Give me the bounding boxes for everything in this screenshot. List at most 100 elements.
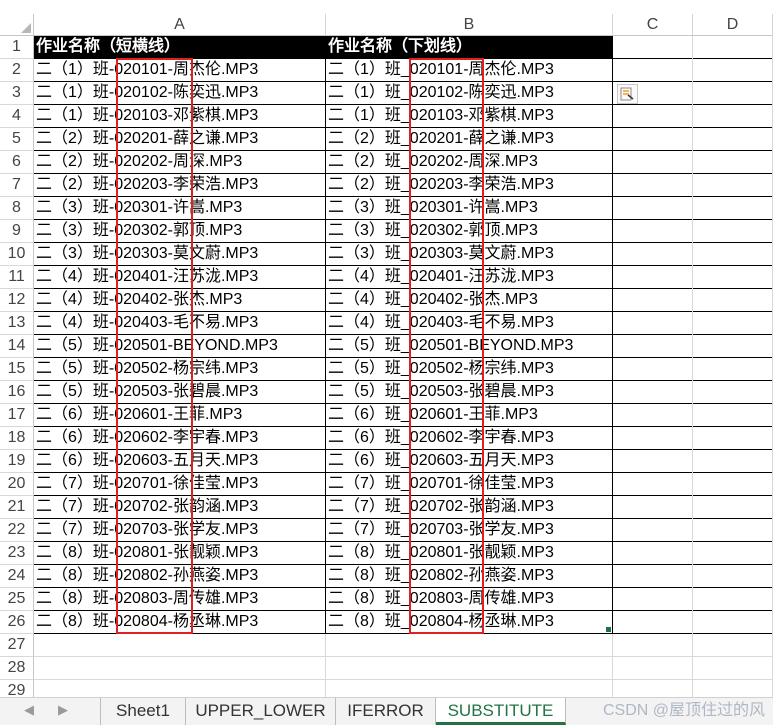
paste-options-icon[interactable] [617, 84, 638, 104]
cell-b[interactable]: 二（2）班_020202-周深.MP3 [326, 151, 613, 174]
cell-d[interactable] [693, 404, 773, 427]
cell-c[interactable] [613, 611, 693, 634]
row-header[interactable]: 27 [0, 634, 34, 657]
cell-d[interactable] [693, 82, 773, 105]
cell-d[interactable] [693, 450, 773, 473]
cell-a[interactable]: 二（1）班-020101-周杰伦.MP3 [34, 59, 326, 82]
cell-d[interactable] [693, 266, 773, 289]
cell-c[interactable] [613, 266, 693, 289]
cell-a[interactable]: 二（4）班-020402-张杰.MP3 [34, 289, 326, 312]
header-cell-a[interactable]: 作业名称（短横线） [34, 36, 326, 59]
cell-a[interactable]: 二（1）班-020103-邓紫棋.MP3 [34, 105, 326, 128]
cell-d[interactable] [693, 496, 773, 519]
column-header-d[interactable]: D [693, 14, 773, 36]
cell-c[interactable] [613, 565, 693, 588]
cell-c[interactable] [613, 496, 693, 519]
row-header[interactable]: 13 [0, 312, 34, 335]
cell-d[interactable] [693, 220, 773, 243]
cell-c[interactable] [613, 381, 693, 404]
cell-c[interactable] [613, 105, 693, 128]
row-header[interactable]: 14 [0, 335, 34, 358]
cell-b[interactable]: 二（3）班_020303-莫文蔚.MP3 [326, 243, 613, 266]
triangle-left-icon[interactable]: ◀ [24, 702, 34, 718]
cell-a[interactable]: 二（3）班-020302-郭顶.MP3 [34, 220, 326, 243]
cell-d[interactable] [693, 565, 773, 588]
cell-d[interactable] [693, 243, 773, 266]
cell-c[interactable] [613, 289, 693, 312]
row-header[interactable]: 2 [0, 59, 34, 82]
cell-d[interactable] [693, 657, 773, 680]
cell-a[interactable]: 二（3）班-020303-莫文蔚.MP3 [34, 243, 326, 266]
cell-d[interactable] [693, 335, 773, 358]
cell-a[interactable]: 二（5）班-020503-张碧晨.MP3 [34, 381, 326, 404]
row-header[interactable]: 21 [0, 496, 34, 519]
row-header[interactable]: 8 [0, 197, 34, 220]
row-header[interactable]: 10 [0, 243, 34, 266]
row-header[interactable]: 19 [0, 450, 34, 473]
cell-d[interactable] [693, 519, 773, 542]
cell-b[interactable]: 二（7）班_020702-张韵涵.MP3 [326, 496, 613, 519]
cell-a[interactable]: 二（4）班-020401-汪苏泷.MP3 [34, 266, 326, 289]
cell-b[interactable]: 二（5）班_020501-BEYOND.MP3 [326, 335, 613, 358]
cell-c[interactable] [613, 358, 693, 381]
cell-b[interactable]: 二（8）班_020803-周传雄.MP3 [326, 588, 613, 611]
cell-b[interactable]: 二（1）班_020101-周杰伦.MP3 [326, 59, 613, 82]
cell-d[interactable] [693, 381, 773, 404]
cell-b[interactable]: 二（5）班_020503-张碧晨.MP3 [326, 381, 613, 404]
cell-b[interactable]: 二（5）班_020502-杨宗纬.MP3 [326, 358, 613, 381]
cell-d[interactable] [693, 634, 773, 657]
cell-c[interactable] [613, 680, 693, 697]
cell-b[interactable]: 二（4）班_020401-汪苏泷.MP3 [326, 266, 613, 289]
row-header[interactable]: 25 [0, 588, 34, 611]
cell-a[interactable]: 二（8）班-020802-孙燕姿.MP3 [34, 565, 326, 588]
row-header[interactable]: 23 [0, 542, 34, 565]
cell-d[interactable] [693, 358, 773, 381]
cell-c[interactable] [613, 128, 693, 151]
row-header[interactable]: 26 [0, 611, 34, 634]
cell-b[interactable]: 二（4）班_020403-毛不易.MP3 [326, 312, 613, 335]
cell-b[interactable]: 二（8）班_020802-孙燕姿.MP3 [326, 565, 613, 588]
cell-d[interactable] [693, 542, 773, 565]
cell-b[interactable]: 二（7）班_020701-徐佳莹.MP3 [326, 473, 613, 496]
cell-b[interactable]: 二（3）班_020301-许嵩.MP3 [326, 197, 613, 220]
cell-d[interactable] [693, 611, 773, 634]
row-header[interactable]: 17 [0, 404, 34, 427]
cell-c[interactable] [613, 404, 693, 427]
row-header[interactable]: 28 [0, 657, 34, 680]
cell-c[interactable] [613, 427, 693, 450]
fill-handle[interactable] [606, 627, 611, 632]
row-header[interactable]: 29 [0, 680, 34, 697]
row-header[interactable]: 5 [0, 128, 34, 151]
cell-a[interactable]: 二（1）班-020102-陈奕迅.MP3 [34, 82, 326, 105]
cell-d[interactable] [693, 312, 773, 335]
cell-d[interactable] [693, 289, 773, 312]
cell-c[interactable] [613, 174, 693, 197]
tab-substitute[interactable]: SUBSTITUTE [436, 698, 566, 725]
cell-b[interactable]: 二（3）班_020302-郭顶.MP3 [326, 220, 613, 243]
cell-c[interactable] [613, 197, 693, 220]
row-header[interactable]: 15 [0, 358, 34, 381]
cell-a[interactable]: 二（2）班-020202-周深.MP3 [34, 151, 326, 174]
cell-b[interactable]: 二（1）班_020103-邓紫棋.MP3 [326, 105, 613, 128]
cell-c[interactable] [613, 542, 693, 565]
select-all-corner[interactable] [0, 14, 34, 36]
cell-c[interactable] [613, 220, 693, 243]
cell-c[interactable] [613, 59, 693, 82]
cell-d[interactable] [693, 174, 773, 197]
cell-a[interactable]: 二（2）班-020203-李荣浩.MP3 [34, 174, 326, 197]
cell-a[interactable]: 二（3）班-020301-许嵩.MP3 [34, 197, 326, 220]
cell-b[interactable]: 二（7）班_020703-张学友.MP3 [326, 519, 613, 542]
cell-a[interactable]: 二（5）班-020501-BEYOND.MP3 [34, 335, 326, 358]
cell-a[interactable]: 二（7）班-020703-张学友.MP3 [34, 519, 326, 542]
cell-a[interactable]: 二（4）班-020403-毛不易.MP3 [34, 312, 326, 335]
cell-d[interactable] [693, 197, 773, 220]
cell-d[interactable] [693, 680, 773, 697]
row-header[interactable]: 6 [0, 151, 34, 174]
cell-b[interactable]: 二（4）班_020402-张杰.MP3 [326, 289, 613, 312]
cell-c[interactable] [613, 335, 693, 358]
cell-a[interactable]: 二（8）班-020801-张靓颖.MP3 [34, 542, 326, 565]
cell-d[interactable] [693, 151, 773, 174]
cell-d[interactable] [693, 473, 773, 496]
cell-c[interactable] [613, 657, 693, 680]
cell-a[interactable] [34, 657, 326, 680]
